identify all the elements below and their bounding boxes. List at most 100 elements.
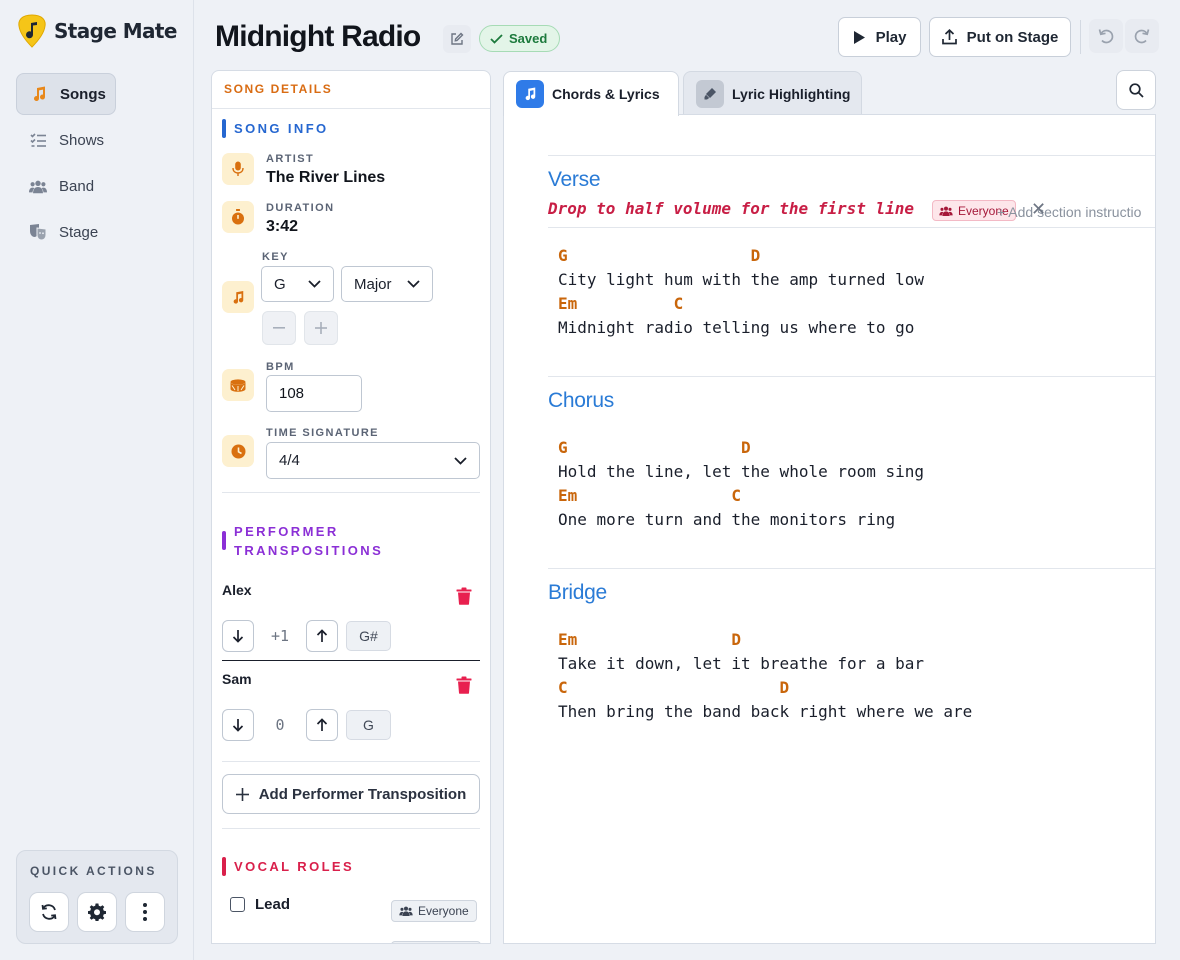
page-title: Midnight Radio [215, 20, 421, 53]
close-icon[interactable]: ✕ [1031, 199, 1046, 220]
settings-button[interactable] [77, 892, 117, 932]
clock-icon [222, 435, 254, 467]
put-on-stage-button[interactable]: Put on Stage [929, 17, 1071, 57]
chord-line[interactable]: G D [558, 438, 751, 457]
redo-button[interactable] [1125, 19, 1159, 53]
semitone-down-button[interactable] [222, 709, 254, 741]
song-details-title: SONG DETAILS [212, 71, 490, 109]
nav-item-stage[interactable]: Stage [16, 211, 178, 253]
redo-icon [1134, 29, 1150, 44]
refresh-icon [41, 904, 57, 920]
music-note-icon [222, 281, 254, 313]
transpose-down-button[interactable] [262, 311, 296, 345]
performer-transpositions-title: PERFORMER TRANSPOSITIONS [234, 524, 384, 558]
chord-line[interactable]: Em C [558, 294, 683, 313]
time-signature-label: TIME SIGNATURE [266, 427, 379, 439]
vocal-roles-title: VOCAL ROLES [234, 859, 355, 874]
nav-item-label: Shows [59, 131, 105, 149]
check-icon [490, 33, 503, 44]
song-details-panel: SONG DETAILS SONG INFO ARTIST The River … [211, 70, 491, 944]
semitone-up-button[interactable] [306, 620, 338, 652]
role-name: Lead [255, 896, 291, 913]
people-icon [29, 177, 47, 195]
role-audience-label: Everyone [418, 904, 469, 918]
semitone-up-button[interactable] [306, 709, 338, 741]
add-section-instruction-link[interactable]: + Add section instructio [997, 204, 1141, 220]
app-logo[interactable]: Stage Mate [18, 14, 177, 48]
people-icon [939, 206, 953, 216]
edit-title-button[interactable] [443, 25, 471, 53]
section-instruction[interactable]: Drop to half volume for the first line [548, 199, 914, 218]
lyric-line[interactable]: City light hum with the amp turned low [558, 270, 924, 289]
guitar-pick-icon [18, 14, 46, 48]
header-divider [1080, 20, 1081, 54]
microphone-icon [222, 153, 254, 185]
chevron-down-icon [407, 280, 420, 288]
section-heading[interactable]: Chorus [548, 389, 614, 413]
section-divider [222, 492, 480, 493]
undo-icon [1098, 29, 1114, 44]
section-heading[interactable]: Verse [548, 168, 601, 192]
nav-item-shows[interactable]: Shows [16, 119, 178, 161]
performer-name: Alex [222, 582, 252, 598]
role-audience-chip-clipped [391, 941, 481, 943]
vocal-role-row: Lead [230, 896, 290, 913]
nav-item-band[interactable]: Band [16, 165, 178, 207]
upload-icon [941, 29, 957, 45]
semitone-down-button[interactable] [222, 620, 254, 652]
tab-lyric-highlighting[interactable]: Lyric Highlighting [683, 71, 862, 115]
section-accent-bar [222, 857, 226, 876]
nav-item-songs[interactable]: Songs [16, 73, 116, 115]
put-on-stage-label: Put on Stage [966, 28, 1059, 46]
chord-line[interactable]: Em C [558, 486, 741, 505]
arrow-down-icon [232, 719, 244, 732]
lyric-line[interactable]: Midnight radio telling us where to go [558, 318, 914, 337]
search-icon [1128, 82, 1144, 98]
theater-masks-icon [29, 223, 47, 241]
tab-label: Chords & Lyrics [552, 86, 660, 102]
transpose-up-button[interactable] [304, 311, 338, 345]
chord-line[interactable]: G D [558, 246, 760, 265]
more-button[interactable] [125, 892, 165, 932]
nav-item-label: Band [59, 177, 95, 195]
lyric-line[interactable]: Then bring the band back right where we … [558, 702, 972, 721]
section-divider [548, 155, 1155, 156]
sidebar: Stage Mate Songs Shows Band Stage QUICK … [0, 0, 194, 960]
chevron-down-icon [454, 456, 467, 465]
trash-icon[interactable] [456, 587, 472, 605]
key-value: G [274, 275, 286, 293]
section-accent-bar [222, 119, 226, 138]
role-checkbox[interactable] [230, 897, 245, 912]
play-button[interactable]: Play [838, 17, 921, 57]
duration-value[interactable]: 3:42 [266, 218, 298, 236]
plus-icon [235, 787, 249, 801]
add-performer-transposition-button[interactable]: Add Performer Transposition [222, 774, 480, 814]
add-performer-label: Add Performer Transposition [258, 785, 467, 803]
lyric-line[interactable]: Take it down, let it breathe for a bar [558, 654, 924, 673]
lyric-line[interactable]: Hold the line, let the whole room sing [558, 462, 924, 481]
search-button[interactable] [1116, 70, 1156, 110]
chord-line[interactable]: C D [558, 678, 789, 697]
lyric-line[interactable]: One more turn and the monitors ring [558, 510, 895, 529]
chord-line[interactable]: Em D [558, 630, 741, 649]
mode-select[interactable]: Major [341, 266, 433, 302]
transposed-key-chip: G [346, 710, 391, 740]
tab-chords-lyrics[interactable]: Chords & Lyrics [503, 71, 679, 116]
pencil-square-icon [451, 32, 464, 45]
artist-value[interactable]: The River Lines [266, 169, 385, 187]
chord-sheet-editor[interactable]: Verse Drop to half volume for the first … [503, 114, 1156, 944]
bpm-input[interactable]: 108 [266, 375, 362, 412]
key-label: KEY [262, 251, 289, 263]
key-select[interactable]: G [261, 266, 334, 302]
section-heading[interactable]: Bridge [548, 581, 607, 605]
role-audience-chip[interactable]: Everyone [391, 900, 477, 922]
undo-button[interactable] [1089, 19, 1123, 53]
section-divider [222, 828, 480, 829]
time-signature-select[interactable]: 4/4 [266, 442, 480, 479]
more-vertical-icon [143, 903, 147, 921]
section-divider [222, 761, 480, 762]
refresh-button[interactable] [29, 892, 69, 932]
arrow-up-icon [316, 718, 328, 731]
trash-icon[interactable] [456, 676, 472, 694]
tab-label: Lyric Highlighting [732, 85, 851, 102]
